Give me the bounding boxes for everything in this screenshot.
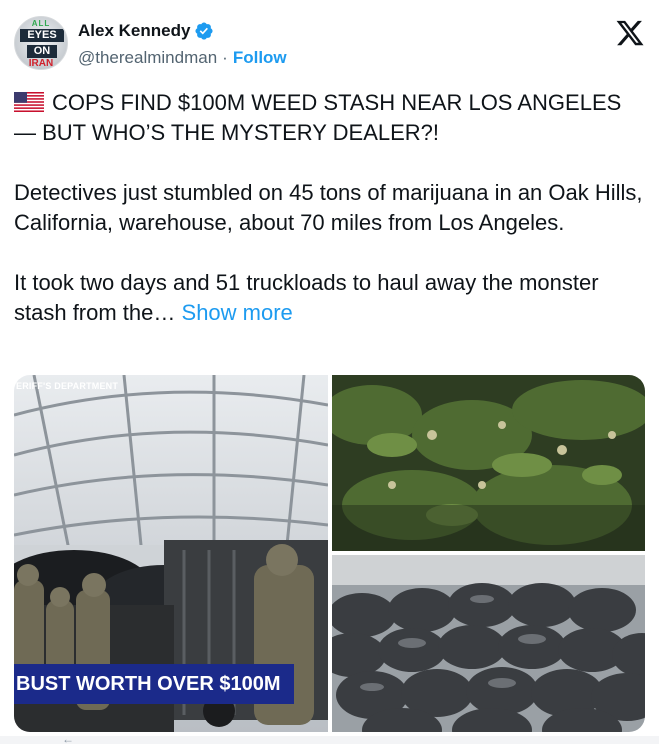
avatar-text-line3: IRAN (28, 58, 54, 69)
bottom-strip: ← (0, 732, 659, 744)
avatar-text-line1: EYES (20, 29, 64, 42)
avatar[interactable]: ALL EYES ON IRAN (14, 16, 68, 70)
verified-badge-icon (195, 22, 213, 40)
media-grid: ERIFF'S DEPARTMENT BUST WORTH OVER $100M (14, 375, 645, 732)
plants-illustration (332, 375, 645, 551)
author-name-row: Alex Kennedy (78, 20, 214, 42)
x-logo-icon[interactable] (615, 18, 645, 48)
tweet-header: ALL EYES ON IRAN Alex Kennedy @therealmi… (14, 14, 645, 74)
author-handle-row: @therealmindman · Follow (78, 48, 287, 68)
bust-banner: BUST WORTH OVER $100M (14, 664, 294, 704)
media-image-plants[interactable] (332, 375, 645, 551)
avatar-text-top: ALL (31, 19, 51, 28)
bags-illustration (332, 555, 645, 732)
show-more-link[interactable]: Show more (182, 300, 293, 325)
sheriff-department-caption: ERIFF'S DEPARTMENT (16, 381, 119, 391)
tweet-paragraph-2: It took two days and 51 truckloads to ha… (14, 268, 645, 328)
separator-dot: · (222, 48, 228, 67)
avatar-text-line2: ON (27, 45, 57, 58)
us-flag-icon (14, 92, 44, 112)
tweet-headline: COPS FIND $100M WEED STASH NEAR LOS ANGE… (14, 90, 622, 145)
media-image-bags[interactable] (332, 555, 645, 732)
author-display-name[interactable]: Alex Kennedy (78, 21, 190, 41)
author-handle[interactable]: @therealmindman (78, 48, 217, 68)
follow-button[interactable]: Follow (233, 48, 287, 68)
media-image-warehouse[interactable]: ERIFF'S DEPARTMENT BUST WORTH OVER $100M (14, 375, 328, 732)
tweet-headline-paragraph: COPS FIND $100M WEED STASH NEAR LOS ANGE… (14, 88, 645, 148)
tweet-paragraph-1: Detectives just stumbled on 45 tons of m… (14, 180, 643, 235)
tweet-text: COPS FIND $100M WEED STASH NEAR LOS ANGE… (14, 88, 645, 328)
tweet-paragraph-2-text: It took two days and 51 truckloads to ha… (14, 270, 599, 325)
arrow-icon: ← (62, 732, 74, 744)
